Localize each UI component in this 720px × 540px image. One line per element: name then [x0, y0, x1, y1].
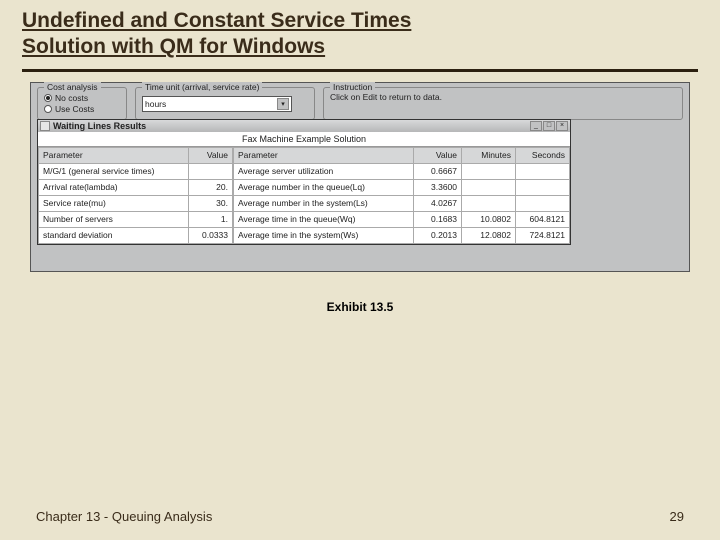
right-table: Parameter Value Minutes Seconds Average …: [233, 147, 570, 244]
table-row: Number of servers1.: [39, 211, 233, 227]
footer-page-number: 29: [670, 509, 684, 524]
col-seconds: Seconds: [516, 147, 570, 163]
cost-legend: Cost analysis: [44, 82, 101, 92]
radio-no-costs[interactable]: No costs: [44, 93, 120, 103]
col-parameter: Parameter: [39, 147, 189, 163]
radio-use-costs-label: Use Costs: [55, 104, 94, 114]
table-row: Average time in the queue(Wq)0.168310.08…: [234, 211, 570, 227]
instruction-legend: Instruction: [330, 82, 375, 92]
col-minutes: Minutes: [462, 147, 516, 163]
table-row: M/G/1 (general service times): [39, 163, 233, 179]
exhibit-label: Exhibit 13.5: [0, 300, 720, 314]
maximize-icon[interactable]: □: [543, 121, 555, 131]
slide-footer: Chapter 13 - Queuing Analysis 29: [0, 509, 720, 524]
radio-icon: [44, 94, 52, 102]
qm-screenshot: Cost analysis No costs Use Costs Time un…: [30, 82, 690, 272]
radio-use-costs[interactable]: Use Costs: [44, 104, 120, 114]
slide-title: Undefined and Constant Service Times Sol…: [0, 0, 720, 65]
instruction-text: Click on Edit to return to data.: [330, 92, 676, 102]
minimize-icon[interactable]: _: [530, 121, 542, 131]
cost-analysis-group: Cost analysis No costs Use Costs: [37, 87, 127, 120]
close-icon[interactable]: ×: [556, 121, 568, 131]
top-controls: Cost analysis No costs Use Costs Time un…: [31, 83, 689, 122]
radio-no-costs-label: No costs: [55, 93, 88, 103]
title-line-1: Undefined and Constant Service Times: [22, 9, 411, 32]
time-legend: Time unit (arrival, service rate): [142, 82, 262, 92]
time-unit-dropdown[interactable]: hours ▾: [142, 96, 292, 112]
time-unit-value: hours: [145, 99, 166, 109]
results-caption: Fax Machine Example Solution: [38, 132, 570, 147]
table-row: Average server utilization0.6667: [234, 163, 570, 179]
window-title: Waiting Lines Results: [53, 121, 146, 131]
results-window: Waiting Lines Results _ □ × Fax Machine …: [37, 119, 571, 245]
left-table: Parameter Value M/G/1 (general service t…: [38, 147, 233, 244]
table-row: Average number in the system(Ls)4.0267: [234, 195, 570, 211]
table-row: Average number in the queue(Lq)3.3600: [234, 179, 570, 195]
chevron-down-icon: ▾: [277, 98, 289, 110]
table-row: standard deviation0.0333: [39, 227, 233, 243]
col-value: Value: [189, 147, 233, 163]
title-line-2: Solution with QM for Windows: [22, 35, 325, 58]
app-icon: [40, 121, 50, 131]
time-unit-group: Time unit (arrival, service rate) hours …: [135, 87, 315, 120]
footer-chapter: Chapter 13 - Queuing Analysis: [36, 509, 212, 524]
instruction-group: Instruction Click on Edit to return to d…: [323, 87, 683, 120]
window-titlebar[interactable]: Waiting Lines Results _ □ ×: [38, 120, 570, 132]
col-parameter: Parameter: [234, 147, 414, 163]
title-rule: [22, 69, 698, 72]
table-row: Average time in the system(Ws)0.201312.0…: [234, 227, 570, 243]
col-value: Value: [414, 147, 462, 163]
table-row: Service rate(mu)30.: [39, 195, 233, 211]
table-row: Arrival rate(lambda)20.: [39, 179, 233, 195]
results-tables: Parameter Value M/G/1 (general service t…: [38, 147, 570, 244]
radio-icon: [44, 105, 52, 113]
